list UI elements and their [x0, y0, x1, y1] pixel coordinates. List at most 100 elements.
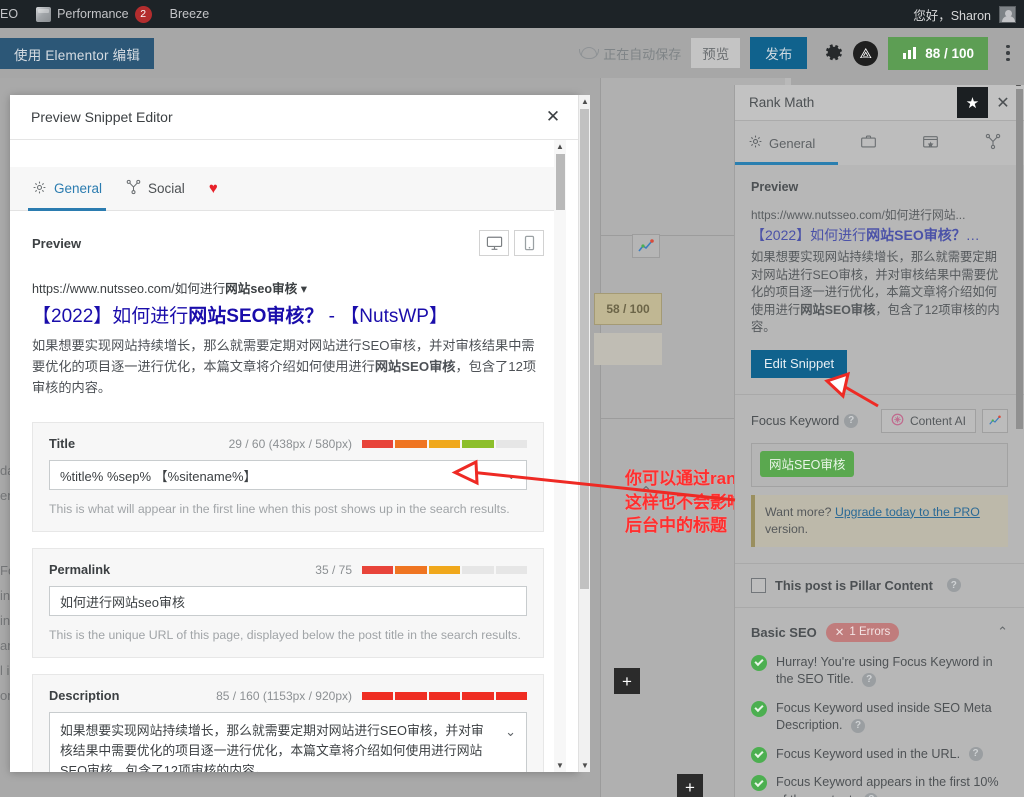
edit-with-elementor-button[interactable]: 使用 Elementor 编辑: [0, 38, 155, 69]
serp-url: https://www.nutsseo.com/如何进行网站seo审核 ▾: [32, 278, 544, 297]
field-description-meter: [362, 691, 528, 700]
modal-body: General Social ♥ Preview https://www.nut…: [10, 140, 566, 772]
chevron-down-icon[interactable]: ⌄: [507, 469, 516, 482]
help-icon[interactable]: ?: [864, 793, 879, 797]
modal-scroll-thumb[interactable]: [580, 109, 589, 589]
rank-math-logo-icon[interactable]: ⟁: [853, 40, 879, 66]
more-options-icon[interactable]: [998, 44, 1018, 62]
serp-desc-bold: 网站SEO审核: [374, 359, 456, 374]
help-icon[interactable]: ?: [946, 578, 961, 592]
modal-inner-scrollbar[interactable]: ▲ ▼: [554, 140, 566, 772]
gear-icon: [32, 180, 47, 198]
preview-desc-bold: 网站SEO审核: [800, 302, 876, 317]
preview-title-bold: 网站SEO审核？: [866, 227, 966, 243]
permalink-input[interactable]: 如何进行网站seo审核: [49, 586, 527, 616]
scroll-up-arrow-icon[interactable]: ▲: [579, 95, 591, 108]
tab-general-label: General: [54, 181, 103, 196]
basic-seo-header[interactable]: Basic SEO ✕ 1 Errors ⌃: [735, 608, 1024, 648]
avatar: [999, 5, 1016, 23]
pillar-content-row[interactable]: This post is Pillar Content ?: [735, 564, 1024, 608]
rank-math-scrollbar-thumb[interactable]: ▲: [1014, 85, 1023, 429]
pro-upgrade-link[interactable]: Upgrade today to the PRO: [835, 505, 980, 519]
admin-bar-item-breeze[interactable]: Breeze: [161, 0, 219, 28]
close-icon[interactable]: ✕: [538, 102, 568, 132]
tab-general[interactable]: General: [27, 167, 107, 211]
tab-advanced[interactable]: [838, 121, 900, 165]
field-title-count: 29 / 60 (438px / 580px): [228, 436, 352, 451]
list-item: Focus Keyword used inside SEO Meta Descr…: [751, 700, 1008, 735]
tab-schema[interactable]: [962, 121, 1024, 165]
trends-icon[interactable]: [982, 408, 1008, 433]
serp-title-bold: 网站SEO审核？: [188, 306, 324, 327]
modal-tabs: General Social ♥: [10, 167, 566, 211]
check-circle-icon: [751, 746, 767, 763]
list-item: Focus Keyword used in the URL. ?: [751, 746, 1008, 764]
admin-bar-item-performance[interactable]: Performance 2: [27, 0, 161, 28]
help-icon[interactable]: ?: [862, 672, 877, 687]
star-icon[interactable]: ★: [957, 87, 988, 118]
modal-inner-scroll-thumb[interactable]: [556, 154, 565, 210]
briefcase-icon: [860, 134, 877, 152]
bar-chart-icon: [903, 47, 917, 59]
pro-upgrade-note: Want more? Upgrade today to the PRO vers…: [751, 494, 1008, 547]
help-icon[interactable]: ?: [968, 747, 983, 762]
seo-title-input[interactable]: %title% %sep% 【%sitename%】 ⌄: [49, 460, 527, 490]
focus-keyword-chip[interactable]: 网站SEO审核: [760, 450, 855, 477]
social-card-icon: [922, 134, 939, 152]
serp-title-plain-2: - 【NutsWP】: [323, 306, 448, 327]
mobile-icon[interactable]: [514, 230, 544, 256]
add-block-button-secondary[interactable]: +: [677, 774, 703, 797]
background-trend-icon: [632, 234, 660, 258]
share-icon: [126, 179, 141, 198]
scroll-up-arrow-icon[interactable]: ▲: [1014, 85, 1023, 88]
preview-button[interactable]: 预览: [691, 38, 741, 68]
seo-check-text: Focus Keyword appears in the first 10% o…: [776, 775, 999, 797]
field-permalink-count: 35 / 75: [315, 562, 352, 577]
chevron-down-icon[interactable]: ⌄: [505, 722, 516, 742]
pillar-content-label: This post is Pillar Content: [775, 577, 933, 593]
chevron-down-icon[interactable]: ▾: [301, 282, 307, 296]
field-title-label: Title: [49, 436, 76, 451]
scroll-down-arrow-icon[interactable]: ▼: [554, 759, 566, 772]
pillar-content-checkbox[interactable]: [751, 577, 766, 593]
serp-title-plain-1: 【2022】如何进行: [32, 306, 189, 327]
admin-bar-account[interactable]: 您好，Sharon: [913, 5, 1024, 24]
meta-description-input[interactable]: 如果想要实现网站持续增长，那么就需要定期对网站进行SEO审核，并对审核结果中需要…: [49, 712, 527, 772]
preview-label: Preview: [32, 235, 82, 251]
admin-bar-item-breeze-label: Breeze: [169, 7, 210, 21]
close-icon[interactable]: ✕: [988, 88, 1018, 118]
scroll-down-arrow-icon[interactable]: ▼: [579, 759, 591, 772]
help-icon[interactable]: ?: [844, 413, 859, 428]
content-ai-button[interactable]: Content AI: [880, 408, 976, 433]
admin-bar-item-seo[interactable]: EO: [0, 0, 27, 28]
tab-social[interactable]: Social: [126, 167, 185, 211]
modal-scrollbar[interactable]: ▲ ▼: [578, 95, 590, 772]
help-icon[interactable]: ?: [851, 718, 865, 733]
settings-gear-icon[interactable]: [817, 40, 843, 66]
edit-snippet-button[interactable]: Edit Snippet: [751, 349, 848, 378]
field-description-label: Description: [49, 688, 120, 703]
desktop-icon[interactable]: [479, 230, 509, 256]
publish-button[interactable]: 发布: [750, 37, 808, 69]
tab-favorite[interactable]: ♥: [209, 167, 218, 211]
field-title-meter: [362, 439, 528, 448]
background-placeholder-box: [594, 333, 662, 365]
tab-general[interactable]: General: [735, 121, 838, 165]
seo-score-label: 88 / 100: [925, 45, 974, 61]
chevron-up-icon[interactable]: ⌃: [997, 624, 1008, 640]
focus-keyword-input[interactable]: 网站SEO审核: [751, 442, 1008, 487]
tab-social[interactable]: [900, 121, 962, 165]
rank-math-panel-body: Preview https://www.nutsseo.com/如何进行网站..…: [735, 166, 1024, 797]
modal-spacer: [10, 140, 566, 167]
scroll-up-arrow-icon[interactable]: ▲: [554, 140, 566, 153]
check-circle-icon: [751, 700, 767, 717]
content-ai-label: Content AI: [909, 413, 966, 428]
seo-score-pill[interactable]: 88 / 100: [888, 36, 988, 70]
field-description-count: 85 / 160 (1153px / 920px): [216, 688, 352, 703]
content-ai-icon: [891, 413, 904, 429]
add-block-button[interactable]: +: [614, 668, 640, 694]
field-permalink-help: This is the unique URL of this page, dis…: [49, 628, 521, 642]
modal-header: Preview Snippet Editor ✕: [10, 95, 578, 140]
check-circle-icon: [751, 775, 767, 791]
focus-keyword-section: Focus Keyword ? Content AI 网站SEO审核 Want …: [735, 395, 1024, 564]
